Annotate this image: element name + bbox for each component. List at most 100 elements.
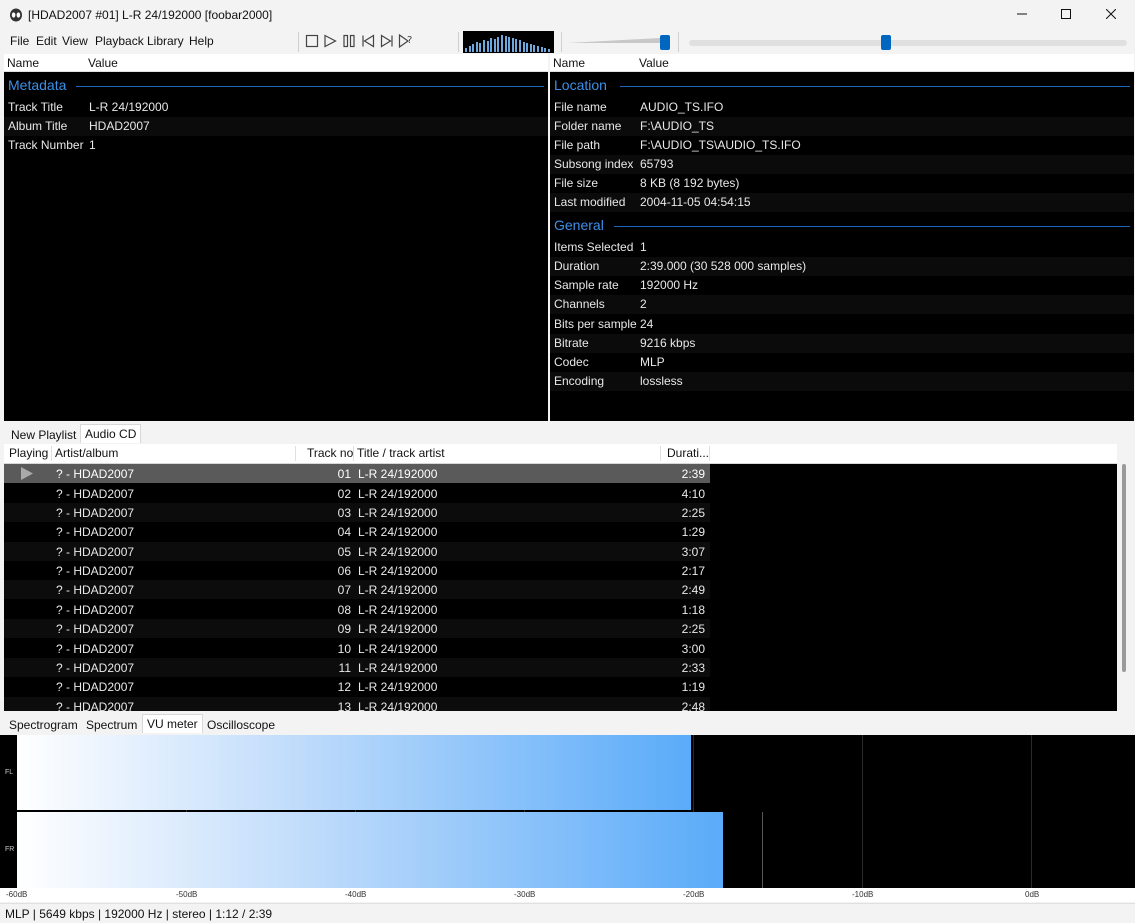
column-header-playing[interactable]: Playing — [9, 446, 48, 460]
seek-bar-thumb[interactable] — [881, 35, 891, 50]
column-header-name[interactable]: Name — [553, 56, 585, 70]
toolbar-spectrum-visualization[interactable] — [463, 31, 554, 53]
volume-slider[interactable] — [568, 35, 670, 50]
menu-playback[interactable]: Playback — [95, 34, 144, 48]
property-row[interactable]: Subsong index 65793 — [550, 155, 1134, 174]
stop-icon — [305, 34, 319, 51]
vu-scale-tick: -40dB — [345, 890, 367, 899]
next-button[interactable] — [378, 33, 396, 51]
table-row[interactable]: ? - HDAD2007 11 L-R 24/192000 2:33 — [4, 658, 710, 677]
table-row[interactable]: ? - HDAD2007 04 L-R 24/192000 1:29 — [4, 522, 710, 541]
play-button[interactable] — [321, 33, 339, 51]
column-header-track-no[interactable]: Track no — [307, 446, 353, 460]
property-value: F:\AUDIO_TS — [640, 119, 715, 133]
column-header-value[interactable]: Value — [88, 56, 118, 70]
title-cell: L-R 24/192000 — [358, 661, 438, 675]
tab-oscilloscope[interactable]: Oscilloscope — [203, 716, 279, 735]
seek-bar[interactable] — [689, 35, 1127, 50]
tab-audio-cd[interactable]: Audio CD — [80, 424, 142, 443]
artist-album-cell: ? - HDAD2007 — [56, 680, 135, 694]
tab-new-playlist[interactable]: New Playlist — [7, 426, 80, 445]
tab-vu-meter[interactable]: VU meter — [142, 714, 203, 733]
table-row[interactable]: ? - HDAD2007 06 L-R 24/192000 2:17 — [4, 561, 710, 580]
column-divider[interactable] — [660, 446, 661, 461]
property-row[interactable]: Channels 2 — [550, 295, 1134, 314]
spectrum-bar — [468, 46, 471, 52]
column-header-artist-album[interactable]: Artist/album — [55, 446, 118, 460]
duration-cell: 2:48 — [681, 700, 705, 711]
maximize-button[interactable] — [1043, 0, 1089, 30]
column-header-value[interactable]: Value — [639, 56, 669, 70]
property-row[interactable]: Encoding lossless — [550, 372, 1134, 391]
table-row[interactable]: ? - HDAD2007 02 L-R 24/192000 4:10 — [4, 484, 710, 503]
table-row[interactable]: ? - HDAD2007 10 L-R 24/192000 3:00 — [4, 639, 710, 658]
property-row[interactable]: Folder name F:\AUDIO_TS — [550, 117, 1134, 136]
playlist-scrollbar[interactable] — [1117, 464, 1131, 711]
table-row[interactable]: ? - HDAD2007 12 L-R 24/192000 1:19 — [4, 677, 710, 696]
property-row[interactable]: File path F:\AUDIO_TS\AUDIO_TS.IFO — [550, 136, 1134, 155]
minimize-button[interactable] — [999, 0, 1045, 30]
column-divider[interactable] — [295, 446, 296, 461]
vu-scale: -60dB -50dB -40dB -30dB -20dB -10dB 0dB — [0, 888, 1135, 902]
property-row[interactable]: Album Title HDAD2007 — [4, 117, 548, 136]
vu-level-bar-fl — [17, 735, 691, 810]
table-row[interactable]: ? - HDAD2007 08 L-R 24/192000 1:18 — [4, 600, 710, 619]
column-divider[interactable] — [51, 446, 52, 461]
track-no-cell: 09 — [337, 622, 351, 636]
property-row[interactable]: Sample rate 192000 Hz — [550, 276, 1134, 295]
tab-spectrogram[interactable]: Spectrogram — [5, 716, 82, 735]
table-row[interactable]: ? - HDAD2007 03 L-R 24/192000 2:25 — [4, 503, 710, 522]
playlist-body[interactable]: ? - HDAD2007 01 L-R 24/192000 2:39 ? - H… — [4, 464, 1117, 711]
column-divider[interactable] — [353, 446, 354, 461]
property-value: HDAD2007 — [89, 119, 150, 133]
track-no-cell: 03 — [337, 506, 351, 520]
pause-icon — [342, 34, 356, 51]
table-row[interactable]: ? - HDAD2007 13 L-R 24/192000 2:48 — [4, 697, 710, 711]
property-row[interactable]: File size 8 KB (8 192 bytes) — [550, 174, 1134, 193]
property-row[interactable]: Bits per sample 24 — [550, 315, 1134, 334]
column-header-title[interactable]: Title / track artist — [357, 446, 445, 460]
property-row[interactable]: Track Number 1 — [4, 136, 548, 155]
property-row[interactable]: Duration 2:39.000 (30 528 000 samples) — [550, 257, 1134, 276]
column-header-name[interactable]: Name — [7, 56, 39, 70]
menu-edit[interactable]: Edit — [36, 34, 57, 48]
artist-album-cell: ? - HDAD2007 — [56, 622, 135, 636]
title-cell: L-R 24/192000 — [358, 564, 438, 578]
menu-file[interactable]: File — [10, 34, 29, 48]
table-row[interactable]: ? - HDAD2007 01 L-R 24/192000 2:39 — [4, 464, 710, 483]
column-header-duration[interactable]: Durati... — [667, 446, 709, 460]
tab-spectrum[interactable]: Spectrum — [82, 716, 141, 735]
property-name: Bitrate — [554, 336, 589, 350]
property-value: 2:39.000 (30 528 000 samples) — [640, 259, 807, 273]
spectrum-bar — [511, 38, 514, 52]
property-name: Track Title — [8, 100, 63, 114]
property-row[interactable]: Last modified 2004-11-05 04:54:15 — [550, 193, 1134, 212]
menu-view[interactable]: View — [62, 34, 88, 48]
property-row[interactable]: Codec MLP — [550, 353, 1134, 372]
spectrum-bar — [490, 38, 493, 52]
column-divider[interactable] — [709, 446, 710, 461]
property-row[interactable]: Track Title L-R 24/192000 — [4, 98, 548, 117]
duration-cell: 2:33 — [681, 661, 705, 675]
table-row[interactable]: ? - HDAD2007 09 L-R 24/192000 2:25 — [4, 619, 710, 638]
playlist-scrollbar-thumb[interactable] — [1122, 464, 1126, 672]
title-bar[interactable]: [HDAD2007 #01] L-R 24/192000 [foobar2000… — [0, 0, 1135, 30]
random-button[interactable]: ? — [397, 33, 415, 51]
volume-slider-thumb[interactable] — [660, 35, 670, 50]
property-row[interactable]: Bitrate 9216 kbps — [550, 334, 1134, 353]
menu-help[interactable]: Help — [189, 34, 214, 48]
close-button[interactable] — [1088, 0, 1134, 30]
property-name: Sample rate — [554, 278, 619, 292]
property-value: 8 KB (8 192 bytes) — [640, 176, 740, 190]
vu-peak-marker-fr — [762, 812, 763, 888]
property-row[interactable]: File name AUDIO_TS.IFO — [550, 98, 1134, 117]
table-row[interactable]: ? - HDAD2007 05 L-R 24/192000 3:07 — [4, 542, 710, 561]
property-name: Codec — [554, 355, 589, 369]
previous-button[interactable] — [359, 33, 377, 51]
menu-library[interactable]: Library — [147, 34, 184, 48]
stop-button[interactable] — [303, 33, 321, 51]
table-row[interactable]: ? - HDAD2007 07 L-R 24/192000 2:49 — [4, 580, 710, 599]
artist-album-cell: ? - HDAD2007 — [56, 487, 135, 501]
property-row[interactable]: Items Selected 1 — [550, 238, 1134, 257]
pause-button[interactable] — [340, 33, 358, 51]
